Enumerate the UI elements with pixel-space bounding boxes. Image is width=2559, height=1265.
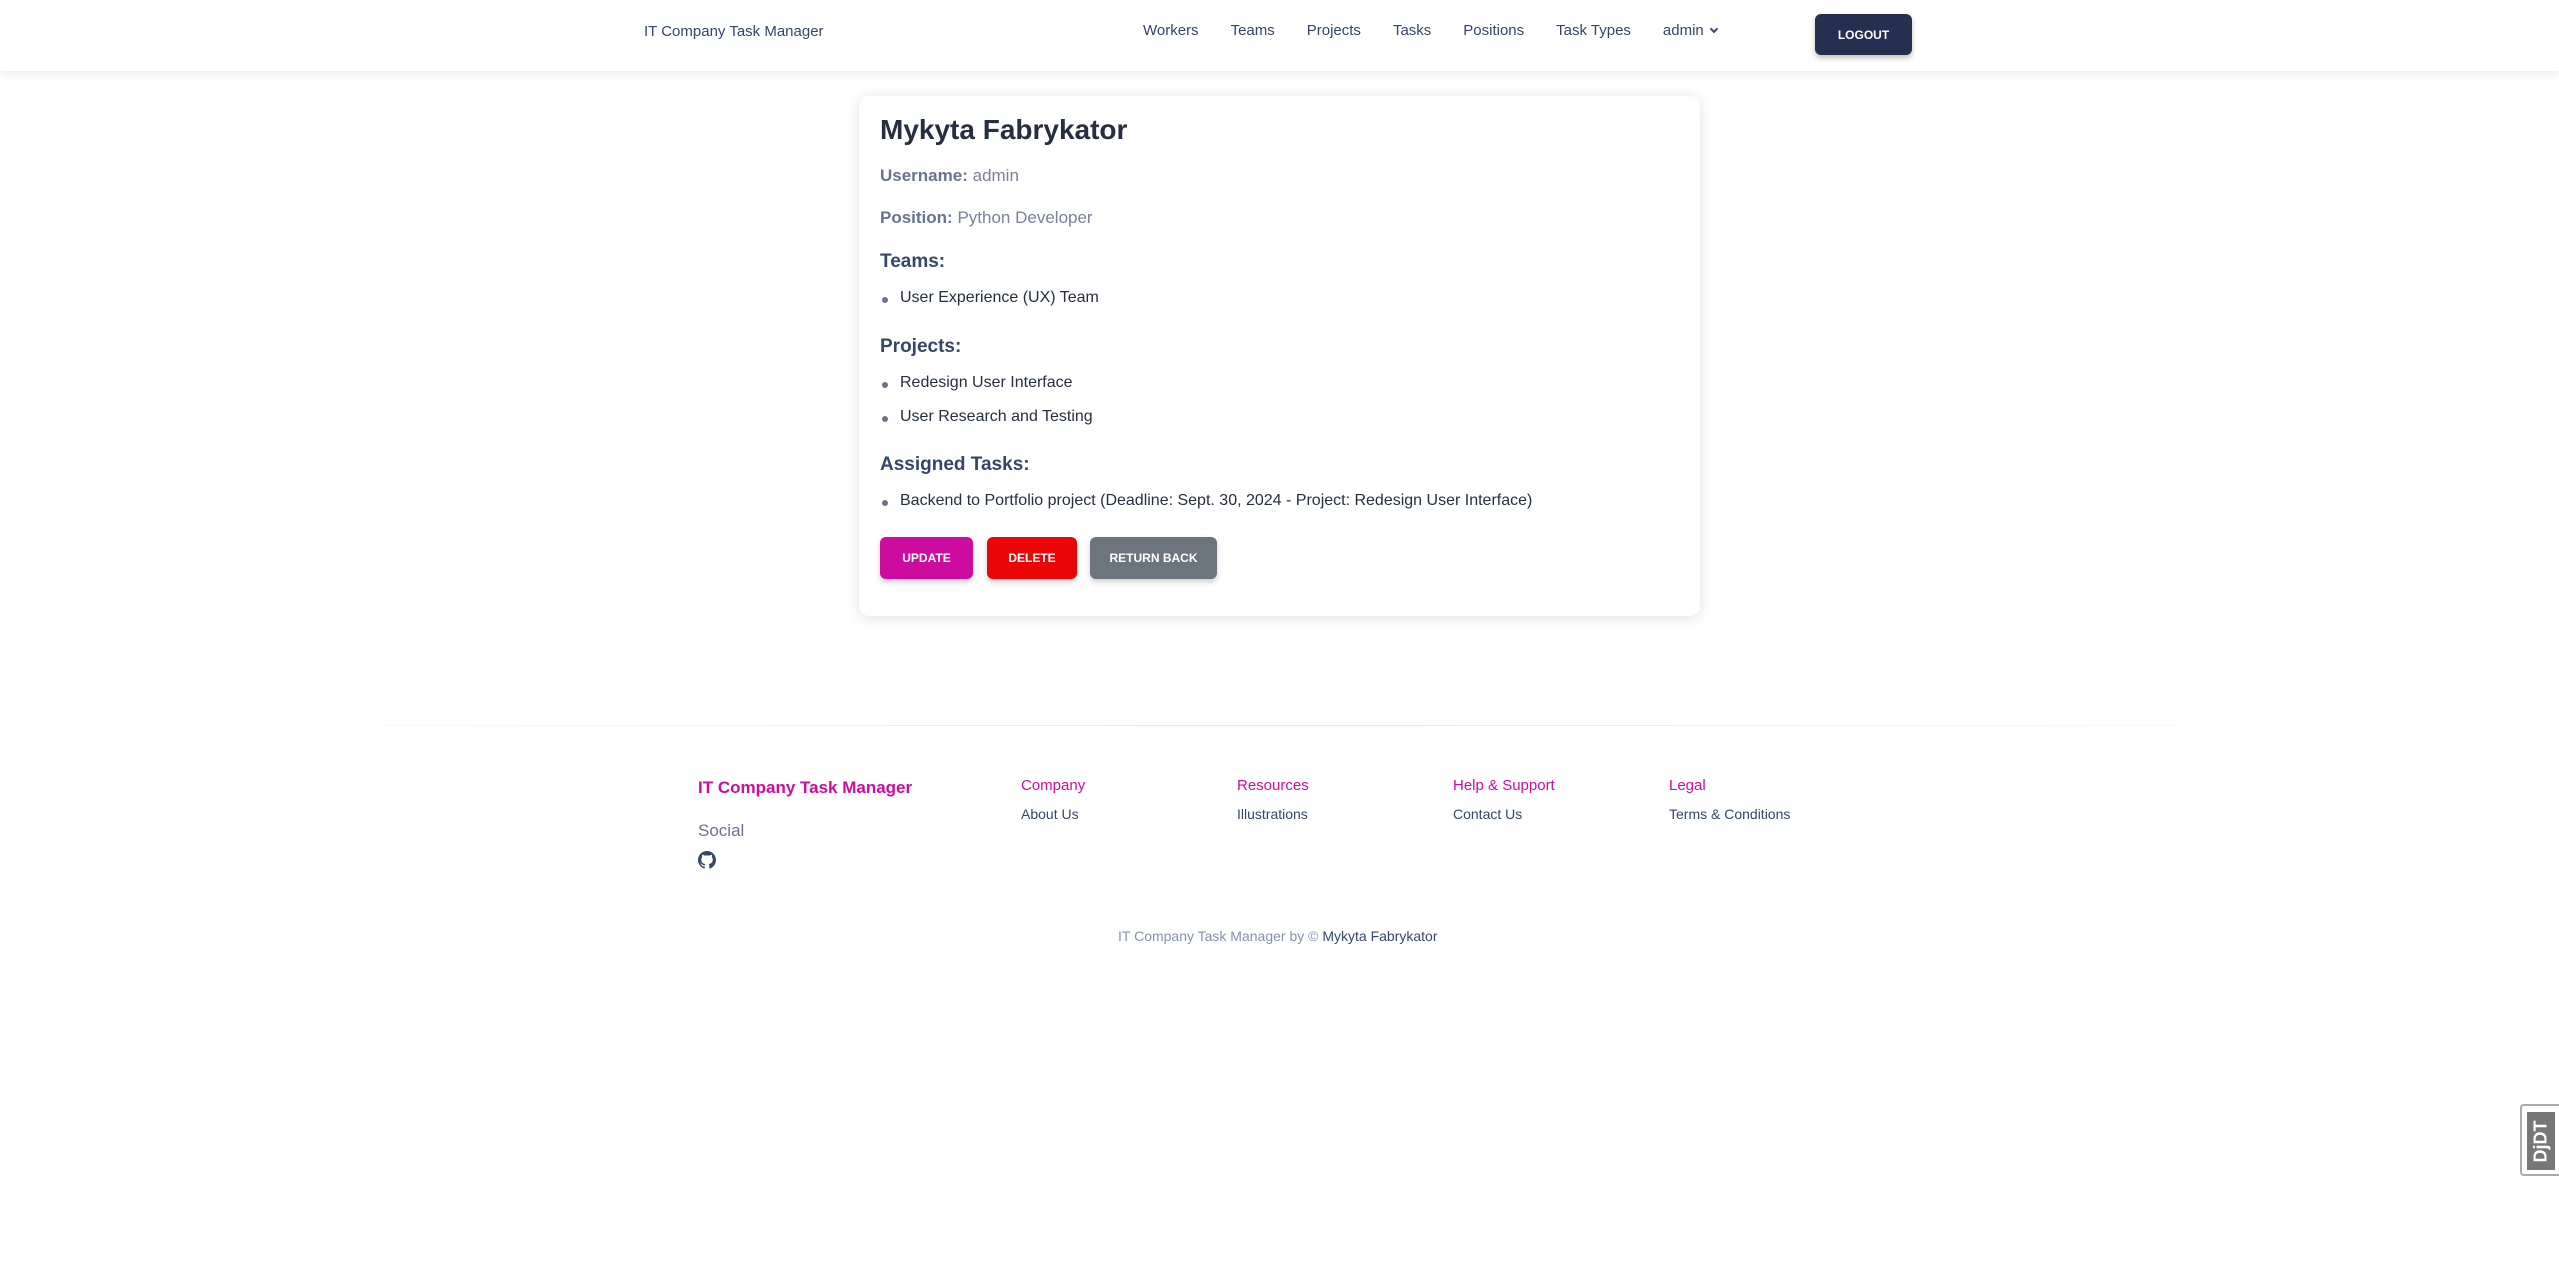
footer-col-title: Resources <box>1237 777 1309 794</box>
delete-button[interactable]: DELETE <box>987 537 1077 579</box>
project-item: User Research and Testing <box>880 408 1093 426</box>
nav-link-teams[interactable]: Teams <box>1231 22 1275 39</box>
footer-social-title: Social <box>698 821 745 840</box>
teams-heading: Teams: <box>880 251 946 272</box>
navbar: IT Company Task Manager Workers Teams Pr… <box>0 0 2559 71</box>
nav-link-task-types[interactable]: Task Types <box>1556 22 1631 39</box>
chevron-down-icon <box>1709 24 1719 33</box>
footer-divider <box>200 725 2360 726</box>
footer-col-title: Help & Support <box>1453 777 1555 794</box>
username-field: Username: admin <box>880 166 1019 186</box>
position-label: Position: <box>880 208 953 227</box>
debug-toolbar-handle[interactable]: DjDT <box>2520 1104 2559 1176</box>
nav-link-positions[interactable]: Positions <box>1463 22 1524 39</box>
footer-link-illustrations[interactable]: Illustrations <box>1237 806 1308 822</box>
github-icon[interactable] <box>698 851 716 869</box>
username-value: admin <box>972 166 1019 185</box>
task-item: Backend to Portfolio project (Deadline: … <box>880 492 1532 510</box>
username-label: Username: <box>880 166 968 185</box>
footer-col-title: Company <box>1021 777 1086 794</box>
worker-detail-card: Mykyta Fabrykator Username: admin Positi… <box>859 96 1700 616</box>
page-title: Mykyta Fabrykator <box>880 114 1128 145</box>
debug-toolbar-logo: DjDT <box>2527 1112 2555 1170</box>
copyright-author-link[interactable]: Mykyta Fabrykator <box>1322 928 1437 944</box>
user-dropdown[interactable]: admin <box>1662 22 1719 39</box>
nav-links: Workers Teams Projects Tasks Positions T… <box>1143 22 1719 39</box>
projects-heading: Projects: <box>880 336 962 357</box>
user-dropdown-label: admin <box>1662 22 1704 39</box>
footer-link-about-us[interactable]: About Us <box>1021 806 1079 822</box>
copyright-prefix: IT Company Task Manager by © <box>1118 928 1319 944</box>
update-button[interactable]: UPDATE <box>880 537 973 579</box>
team-item: User Experience (UX) Team <box>880 289 1099 307</box>
return-back-button[interactable]: RETURN BACK <box>1090 537 1217 579</box>
position-value: Python Developer <box>957 208 1093 227</box>
debug-toolbar-label: DjDT <box>2530 1120 2551 1162</box>
logout-button[interactable]: LOGOUT <box>1815 14 1912 55</box>
navbar-brand[interactable]: IT Company Task Manager <box>644 23 824 40</box>
nav-link-workers[interactable]: Workers <box>1143 22 1199 39</box>
footer-col-title: Legal <box>1669 777 1706 794</box>
footer-link-contact-us[interactable]: Contact Us <box>1453 806 1522 822</box>
footer-link-terms[interactable]: Terms & Conditions <box>1669 806 1790 822</box>
footer-brand: IT Company Task Manager <box>698 778 913 797</box>
nav-link-projects[interactable]: Projects <box>1307 22 1361 39</box>
project-item: Redesign User Interface <box>880 374 1073 392</box>
copyright: IT Company Task Manager by © Mykyta Fabr… <box>1118 928 1437 944</box>
assigned-tasks-heading: Assigned Tasks: <box>880 454 1030 475</box>
nav-link-tasks[interactable]: Tasks <box>1393 22 1431 39</box>
position-field: Position: Python Developer <box>880 208 1093 228</box>
